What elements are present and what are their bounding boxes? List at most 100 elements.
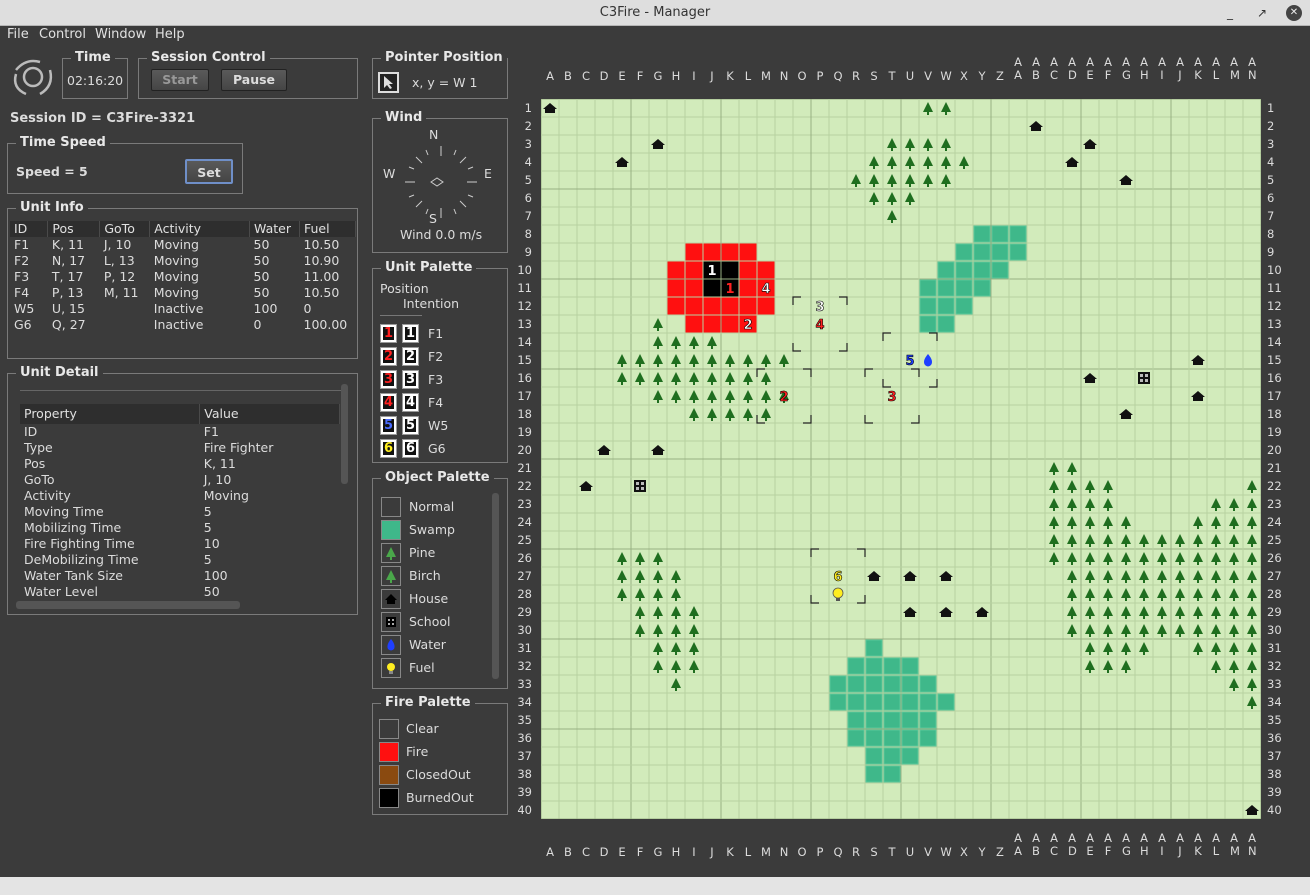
pine-trunk bbox=[639, 598, 641, 601]
fire-swatch[interactable] bbox=[379, 742, 399, 762]
unit-position-badge[interactable]: 2 bbox=[380, 347, 397, 366]
menu-window[interactable]: Window bbox=[95, 27, 146, 42]
unit-intention-badge[interactable]: 5 bbox=[402, 416, 419, 435]
unit-info-col-header[interactable]: Fuel bbox=[299, 221, 356, 237]
table-row[interactable]: GoTo J, 10 bbox=[20, 472, 340, 488]
house-icon[interactable] bbox=[381, 589, 401, 609]
unit-marker[interactable]: 1 bbox=[725, 282, 734, 297]
pine-trunk bbox=[1215, 598, 1217, 601]
column-label-bottom: AB bbox=[1032, 831, 1040, 858]
unit-info-col-header[interactable]: GoTo bbox=[99, 221, 151, 237]
unit-position-badge[interactable]: 1 bbox=[380, 324, 397, 343]
unit-marker[interactable]: 2 bbox=[743, 318, 753, 334]
unit-marker[interactable]: 2 bbox=[779, 390, 789, 406]
swamp-swatch[interactable] bbox=[381, 520, 401, 540]
table-row[interactable]: Fire Fighting Time 10 bbox=[20, 536, 340, 552]
unit-info-col-header[interactable]: Activity bbox=[149, 221, 251, 237]
close-icon[interactable]: ✕ bbox=[1286, 5, 1302, 21]
map-grid[interactable]: 11 4 2 3 4 5 2 3 6 bbox=[541, 99, 1261, 819]
table-row[interactable]: F3 T, 17 P, 12 Moving 50 11.00 bbox=[10, 269, 356, 285]
unit-position-badge[interactable]: 5 bbox=[380, 416, 397, 435]
minimize-icon[interactable]: _ bbox=[1222, 5, 1238, 21]
table-row[interactable]: Type Fire Fighter bbox=[20, 440, 340, 456]
row-label-right: 7 bbox=[1267, 209, 1275, 223]
pine-trunk bbox=[657, 670, 659, 673]
unit-marker[interactable]: 3 bbox=[815, 300, 825, 316]
table-row[interactable]: DeMobilizing Time 5 bbox=[20, 552, 340, 568]
table-row[interactable]: W5 U, 15 Inactive 100 0 bbox=[10, 301, 356, 317]
unit-position-badge[interactable]: 6 bbox=[380, 439, 397, 458]
wind-north-label: N bbox=[429, 127, 439, 142]
unit-intention-badge[interactable]: 3 bbox=[402, 370, 419, 389]
table-row[interactable]: Activity Moving bbox=[20, 488, 340, 504]
wind-west-label: W bbox=[383, 166, 396, 181]
table-row[interactable]: Mobilizing Time 5 bbox=[20, 520, 340, 536]
pine-trunk bbox=[1179, 544, 1181, 547]
start-button[interactable]: Start bbox=[151, 69, 209, 91]
water-icon[interactable] bbox=[381, 635, 401, 655]
unit-intention-badge[interactable]: 4 bbox=[402, 393, 419, 412]
row-label-right: 25 bbox=[1267, 533, 1282, 547]
table-row[interactable]: Water Level 50 bbox=[20, 584, 340, 600]
unit-position-badge[interactable]: 4 bbox=[380, 393, 397, 412]
row-label-left: 25 bbox=[517, 533, 532, 547]
row-label-right: 16 bbox=[1267, 371, 1282, 385]
table-row[interactable]: Water Tank Size 100 bbox=[20, 568, 340, 584]
pine-trunk bbox=[747, 382, 749, 385]
menu-file[interactable]: File bbox=[7, 27, 29, 42]
detail-vscrollbar[interactable] bbox=[341, 384, 348, 484]
unit-intention-badge[interactable]: 2 bbox=[402, 347, 419, 366]
unit-info-col-header[interactable]: ID bbox=[10, 221, 49, 237]
unit-marker[interactable]: 3 bbox=[887, 390, 897, 406]
pine-trunk bbox=[855, 184, 857, 187]
table-row[interactable]: F1 K, 11 J, 10 Moving 50 10.50 bbox=[10, 237, 356, 253]
pine-trunk bbox=[1179, 634, 1181, 637]
pause-button[interactable]: Pause bbox=[221, 69, 287, 91]
swamp-cell bbox=[937, 297, 955, 315]
pine-trunk bbox=[711, 400, 713, 403]
unit-marker[interactable]: 5 bbox=[905, 354, 915, 370]
fuel-icon[interactable] bbox=[381, 658, 401, 678]
birch-icon[interactable] bbox=[381, 566, 401, 586]
unit-marker[interactable]: 4 bbox=[761, 282, 771, 298]
swamp-cell bbox=[865, 729, 883, 747]
unit-palette-label: W5 bbox=[428, 418, 449, 433]
pointer-arrow-icon[interactable] bbox=[378, 72, 399, 93]
set-speed-button[interactable]: Set bbox=[185, 159, 233, 184]
unit-detail-cell: 10 bbox=[203, 536, 220, 551]
table-row[interactable]: G6 Q, 27 Inactive 0 100.00 bbox=[10, 317, 356, 333]
unit-detail-cell: Activity bbox=[24, 488, 71, 503]
fire-swatch[interactable] bbox=[379, 765, 399, 785]
pine-trunk bbox=[639, 616, 641, 619]
normal-swatch[interactable] bbox=[381, 497, 401, 517]
unit-marker[interactable]: 1 bbox=[707, 264, 716, 279]
detail-hscrollbar[interactable] bbox=[16, 601, 240, 609]
unit-info-col-header[interactable]: Water bbox=[249, 221, 300, 237]
unit-info-cell: 10.50 bbox=[303, 237, 340, 252]
fire-swatch[interactable] bbox=[379, 788, 399, 808]
unit-position-badge[interactable]: 3 bbox=[380, 370, 397, 389]
unit-marker[interactable]: 4 bbox=[815, 318, 825, 334]
table-row[interactable]: F2 N, 17 L, 13 Moving 50 10.90 bbox=[10, 253, 356, 269]
unit-detail-col-header[interactable]: Value bbox=[199, 404, 340, 424]
table-row[interactable]: Pos K, 11 bbox=[20, 456, 340, 472]
row-label-left: 8 bbox=[524, 227, 532, 241]
fire-cell bbox=[703, 315, 721, 333]
unit-info-col-header[interactable]: Pos bbox=[47, 221, 101, 237]
table-row[interactable]: Moving Time 5 bbox=[20, 504, 340, 520]
unit-intention-badge[interactable]: 6 bbox=[402, 439, 419, 458]
menu-help[interactable]: Help bbox=[155, 27, 185, 42]
maximize-icon[interactable]: ↗ bbox=[1254, 5, 1270, 21]
object-palette-scrollbar[interactable] bbox=[492, 493, 499, 679]
pine-trunk bbox=[1089, 634, 1091, 637]
menu-control[interactable]: Control bbox=[39, 27, 86, 42]
unit-detail-col-header[interactable]: Property bbox=[20, 404, 201, 424]
table-row[interactable]: F4 P, 13 M, 11 Moving 50 10.50 bbox=[10, 285, 356, 301]
table-row[interactable]: ID F1 bbox=[20, 424, 340, 440]
unit-marker[interactable]: 6 bbox=[833, 570, 843, 586]
unit-intention-badge[interactable]: 1 bbox=[402, 324, 419, 343]
pine-icon[interactable] bbox=[381, 543, 401, 563]
pine-trunk bbox=[1143, 580, 1145, 583]
school-icon[interactable] bbox=[381, 612, 401, 632]
fire-swatch[interactable] bbox=[379, 719, 399, 739]
